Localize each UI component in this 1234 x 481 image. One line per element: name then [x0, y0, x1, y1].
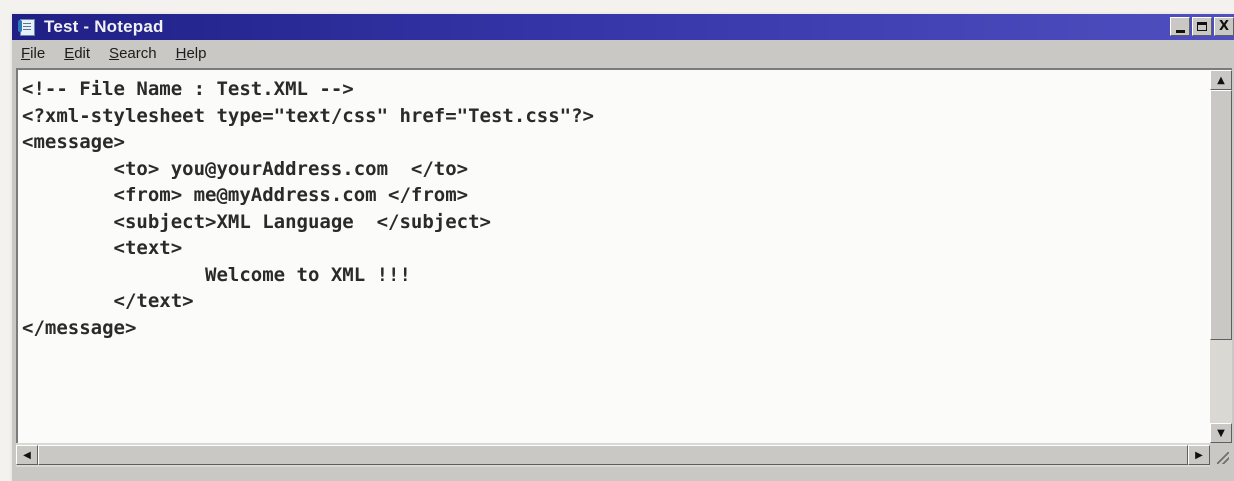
code-line: <from> me@myAddress.com </from>: [22, 184, 469, 206]
arrow-up-icon: ▲: [1217, 74, 1225, 86]
window-controls: X: [1170, 17, 1234, 37]
menu-help[interactable]: Help: [176, 45, 207, 62]
maximize-icon: [1197, 22, 1207, 31]
horizontal-scroll-thumb[interactable]: [38, 445, 1188, 465]
code-line: <!-- File Name : Test.XML -->: [22, 78, 354, 100]
scroll-up-button[interactable]: ▲: [1210, 70, 1232, 90]
horizontal-scrollbar[interactable]: ◀ ▶: [16, 443, 1210, 467]
arrow-right-icon: ▶: [1195, 449, 1203, 461]
minimize-icon: [1175, 29, 1185, 33]
document-text: <!-- File Name : Test.XML --> <?xml-style…: [18, 70, 1210, 341]
arrow-left-icon: ◀: [23, 449, 31, 461]
close-icon: X: [1218, 19, 1230, 34]
code-line: </message>: [22, 316, 137, 339]
notepad-window: Test - Notepad X File Edit Search Help <…: [10, 12, 1234, 481]
text-editor-area[interactable]: <!-- File Name : Test.XML --> <?xml-style…: [16, 68, 1210, 443]
arrow-down-icon: ▼: [1217, 427, 1225, 439]
scroll-right-button[interactable]: ▶: [1188, 445, 1210, 465]
code-line: <message>: [22, 131, 125, 153]
code-line: <text>: [22, 237, 183, 259]
close-button[interactable]: X: [1214, 17, 1234, 36]
title-bar[interactable]: Test - Notepad X: [12, 14, 1234, 40]
maximize-button[interactable]: [1192, 17, 1212, 36]
code-line: <to> you@yourAddress.com </to>: [22, 157, 469, 180]
menu-search[interactable]: Search: [109, 45, 157, 62]
vertical-scrollbar[interactable]: ▲ ▼: [1210, 68, 1232, 443]
scroll-left-button[interactable]: ◀: [16, 445, 38, 465]
menu-file[interactable]: File: [21, 45, 45, 62]
code-line: <?xml-stylesheet type="text/css" href="T…: [22, 104, 594, 127]
code-line: </text>: [22, 290, 194, 312]
notepad-icon[interactable]: [18, 18, 38, 36]
code-line: <subject>XML Language </subject>: [22, 210, 492, 233]
scroll-down-button[interactable]: ▼: [1210, 423, 1232, 443]
menu-bar: File Edit Search Help: [12, 41, 1234, 65]
code-line: Welcome to XML !!!: [22, 263, 411, 286]
minimize-button[interactable]: [1170, 17, 1190, 36]
menu-edit[interactable]: Edit: [64, 45, 90, 62]
vertical-scroll-thumb[interactable]: [1210, 90, 1232, 340]
resize-grip-icon[interactable]: [1210, 443, 1232, 467]
window-title: Test - Notepad: [44, 17, 164, 36]
